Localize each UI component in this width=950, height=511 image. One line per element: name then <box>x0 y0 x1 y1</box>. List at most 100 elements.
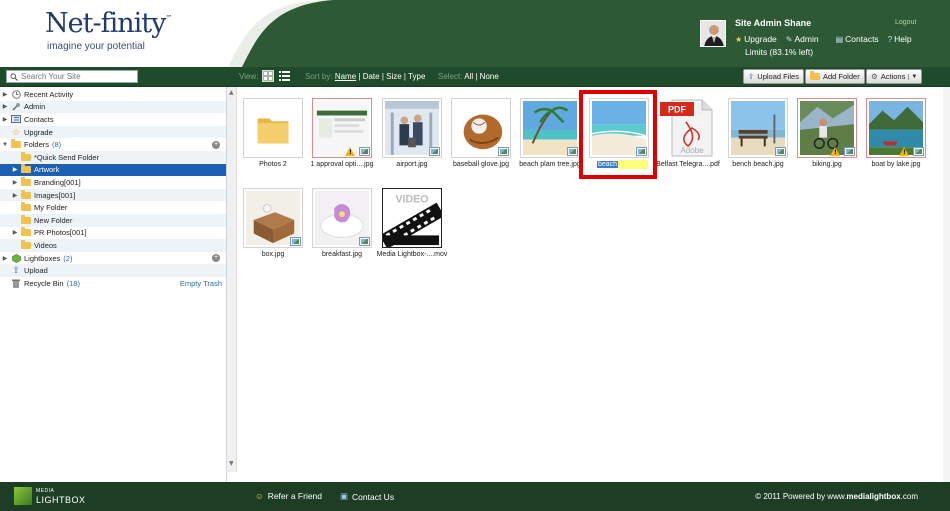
folder-icon <box>20 164 32 175</box>
sidebar-item-new-folder[interactable]: New Folder <box>0 214 226 227</box>
image-type-icon <box>636 147 647 156</box>
image-thumbnail[interactable] <box>243 188 303 248</box>
rename-input-area[interactable] <box>618 160 649 169</box>
actions-button[interactable]: ⚙ Actions ▼ <box>866 69 923 84</box>
gear-icon: ⚙ <box>871 72 878 81</box>
sidebar-item-label: Upload <box>24 266 48 276</box>
file-caption: Belfast Telegra....pdf <box>656 161 720 168</box>
copyright-domain[interactable]: medialightbox <box>846 492 900 501</box>
sidebar-item-branding[interactable]: ▶ Branding[001] <box>0 176 226 189</box>
scroll-up-icon[interactable]: ▲ <box>229 89 234 96</box>
selected-filename[interactable]: beach <box>597 161 619 169</box>
expand-arrow-icon[interactable]: ▶ <box>0 91 10 98</box>
media-lightbox-logo[interactable]: MEDIA LIGHTBOX <box>14 487 86 505</box>
admin-link[interactable]: ✎ Admin <box>786 34 819 44</box>
image-thumbnail[interactable] <box>520 98 580 158</box>
sidebar-item-images[interactable]: ▶ Images[001] <box>0 188 226 202</box>
image-thumbnail[interactable] <box>797 98 857 158</box>
folder-add-icon <box>810 71 820 80</box>
footer-brand-name: LIGHTBOX <box>36 495 86 505</box>
contacts-book-icon: ▤ <box>835 34 844 44</box>
sidebar-item-contacts[interactable]: ▶ Contacts <box>0 113 226 126</box>
image-thumbnail[interactable] <box>589 98 649 158</box>
image-type-icon <box>913 147 924 156</box>
folder-thumbnail[interactable] <box>243 98 303 158</box>
logout-link[interactable]: Logout <box>895 19 916 26</box>
file-caption: 1 approval opti....jpg <box>310 161 374 168</box>
scroll-down-icon[interactable]: ▼ <box>229 460 234 467</box>
video-thumbnail[interactable]: VIDEO <box>382 188 442 248</box>
upload-files-button[interactable]: ⇧ Upload Files <box>743 69 804 84</box>
expand-arrow-icon[interactable]: ▶ <box>10 179 20 186</box>
pdf-label: PDF <box>668 105 687 115</box>
contacts-link[interactable]: ▤ Contacts <box>836 34 879 44</box>
folder-icon <box>20 189 32 200</box>
site-logo[interactable]: Net-finity™ <box>45 8 172 39</box>
refer-label: Refer a Friend <box>267 491 323 501</box>
expand-arrow-icon[interactable]: ▶ <box>0 116 10 123</box>
contact-us-link[interactable]: ▣ Contact Us <box>340 491 394 502</box>
sidebar-item-videos[interactable]: Videos <box>0 239 226 252</box>
grid-view-icon[interactable] <box>262 70 274 82</box>
expand-arrow-icon[interactable]: ▶ <box>10 192 20 199</box>
list-view-icon[interactable] <box>279 70 291 82</box>
image-thumbnail[interactable] <box>728 98 788 158</box>
logo-trademark: ™ <box>165 14 172 22</box>
adobe-label: Adobe <box>680 146 704 155</box>
image-thumbnail[interactable] <box>866 98 926 158</box>
collapse-arrow-icon[interactable]: ▼ <box>0 142 10 148</box>
sidebar-item-upgrade[interactable]: ☆ Upgrade <box>0 125 226 139</box>
contact-card-icon: ▣ <box>340 491 349 501</box>
add-folder-button[interactable]: Add Folder <box>805 69 865 84</box>
sort-label-text: Sort by: <box>305 72 333 81</box>
image-thumbnail[interactable] <box>382 98 442 158</box>
expand-arrow-icon[interactable]: ▶ <box>0 255 10 262</box>
copyright-text: © 2011 Powered by www.medialightbox.com <box>755 492 918 501</box>
sort-by-name[interactable]: Name <box>335 72 356 81</box>
sort-by-date[interactable]: Date <box>363 72 380 81</box>
search-input[interactable] <box>21 72 131 81</box>
main-scrollbar[interactable] <box>943 87 950 482</box>
user-name: Site Admin Shane <box>735 18 812 28</box>
expand-arrow-icon[interactable]: ▶ <box>10 229 20 236</box>
sidebar-item-artwork[interactable]: ▶ Artwork <box>0 163 226 177</box>
image-thumbnail[interactable] <box>451 98 511 158</box>
sidebar-item-recycle-bin[interactable]: Recycle Bin (18) Empty Trash <box>0 277 226 290</box>
sidebar: ▶ Recent Activity ▶ Admin ▶ Contacts ☆ U… <box>0 87 227 482</box>
select-none[interactable]: None <box>480 72 499 81</box>
sort-by-size[interactable]: Size <box>386 72 402 81</box>
avatar[interactable] <box>700 20 726 47</box>
add-folder-plus-icon[interactable]: + <box>212 140 220 149</box>
sidebar-item-quick-send-folder[interactable]: *Quick Send Folder <box>0 151 226 164</box>
image-thumbnail[interactable] <box>312 98 372 158</box>
help-link[interactable]: ? Help <box>888 34 912 44</box>
chevron-down-icon: ▼ <box>908 73 917 80</box>
sidebar-scrollbar[interactable]: ▲ ▼ <box>227 87 237 472</box>
file-grid: Photos 2 1 approval opti....jpg airport.… <box>238 87 950 482</box>
view-label: View: <box>239 72 259 81</box>
select-all[interactable]: All <box>464 72 473 81</box>
pdf-thumbnail[interactable]: PDF Adobe <box>658 98 718 158</box>
film-strip-icon: VIDEO <box>383 189 441 247</box>
search-field[interactable] <box>6 70 138 83</box>
refer-a-friend-link[interactable]: ☺ Refer a Friend <box>255 491 322 501</box>
footer: MEDIA LIGHTBOX ☺ Refer a Friend ▣ Contact U… <box>0 482 950 511</box>
sidebar-item-admin[interactable]: ▶ Admin <box>0 100 226 114</box>
sidebar-item-folders[interactable]: ▼ Folders (8) + <box>0 138 226 151</box>
sidebar-item-recent-activity[interactable]: ▶ Recent Activity <box>0 88 226 101</box>
storage-limits: Limits (83.1% left) <box>745 47 814 57</box>
expand-arrow-icon[interactable]: ▶ <box>10 166 20 173</box>
upgrade-link[interactable]: ★ Upgrade <box>735 34 777 44</box>
image-thumbnail[interactable] <box>312 188 372 248</box>
sidebar-item-label: Artwork <box>34 165 60 175</box>
sort-by-type[interactable]: Type <box>408 72 425 81</box>
image-type-icon <box>844 147 855 156</box>
sidebar-item-pr-photos[interactable]: ▶ PR Photos[001] <box>0 227 226 240</box>
sidebar-item-upload[interactable]: ⇧ Upload <box>0 264 226 277</box>
empty-trash-link[interactable]: Empty Trash <box>180 279 222 288</box>
sidebar-item-my-folder[interactable]: My Folder <box>0 201 226 214</box>
add-lightbox-plus-icon[interactable]: + <box>212 254 220 263</box>
wrench-icon: ✎ <box>785 34 793 44</box>
sidebar-item-lightboxes[interactable]: ▶ Lightboxes (2) + <box>0 252 226 265</box>
expand-arrow-icon[interactable]: ▶ <box>0 103 10 110</box>
